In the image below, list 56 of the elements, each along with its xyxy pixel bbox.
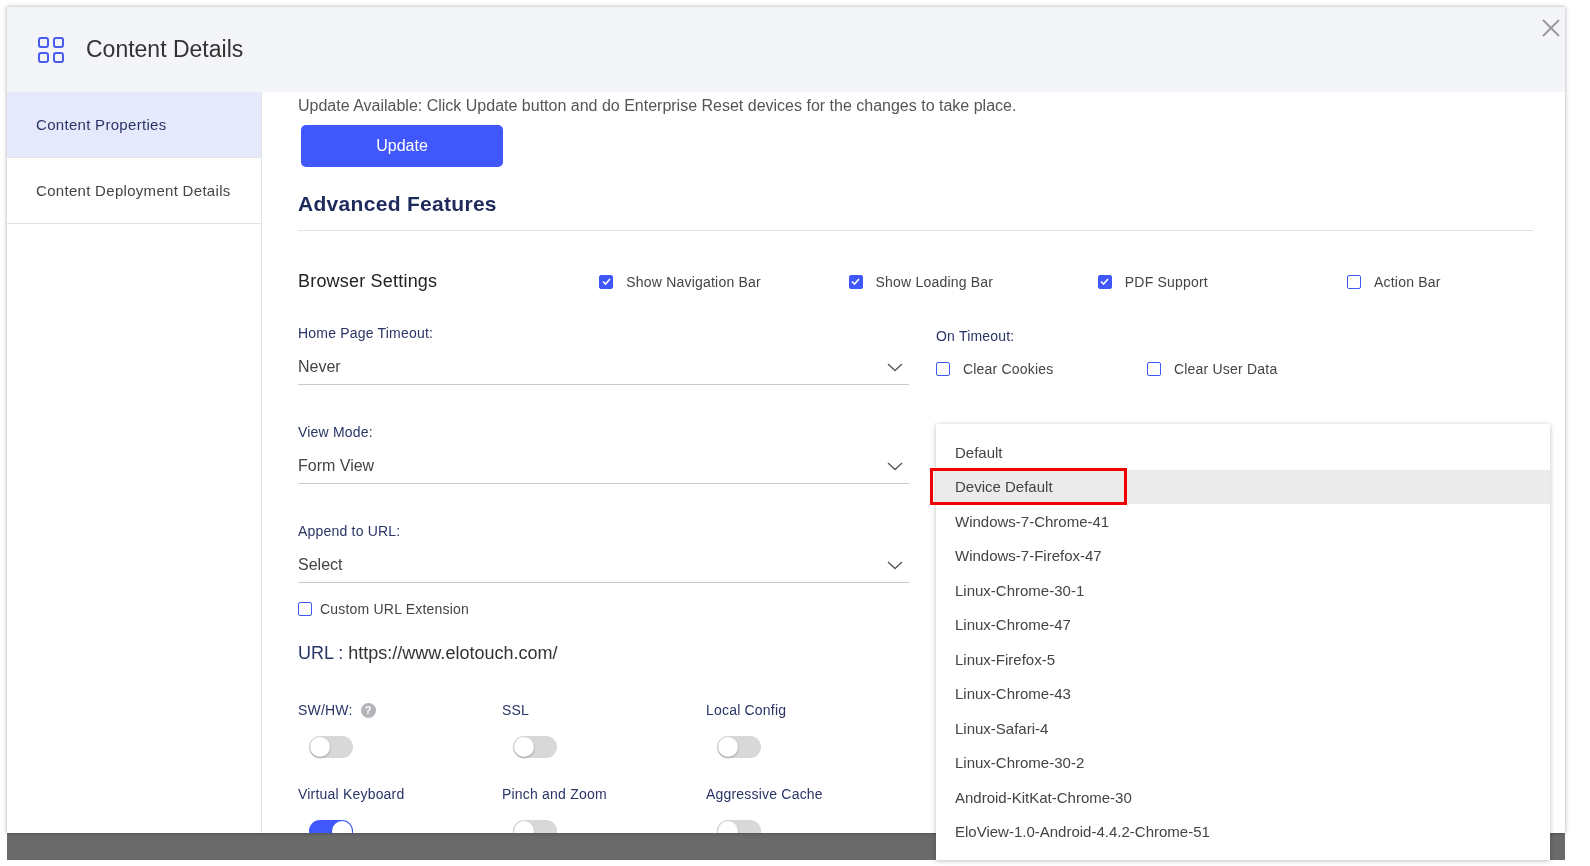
checkbox-label: Show Loading Bar bbox=[875, 273, 994, 290]
dropdown-option[interactable]: Default bbox=[936, 435, 1550, 470]
toggle-label: Local Config bbox=[706, 702, 787, 718]
toggle-switch[interactable] bbox=[717, 736, 761, 758]
checkbox[interactable] bbox=[599, 274, 614, 289]
dialog-title: Content Details bbox=[86, 36, 244, 63]
subsection-heading: Browser Settings bbox=[298, 271, 439, 292]
field-label: View Mode: bbox=[298, 424, 373, 440]
url-text: https://www.elotouch.com/ bbox=[348, 643, 558, 663]
dropdown-option[interactable]: Linux-Chrome-47 bbox=[936, 607, 1550, 642]
toggle-label: Virtual Keyboard bbox=[298, 786, 405, 802]
dropdown-option[interactable]: Linux-Chrome-30-2 bbox=[936, 745, 1550, 780]
toggle-switch[interactable] bbox=[513, 736, 557, 758]
toggle-label: Pinch and Zoom bbox=[502, 786, 607, 802]
dropdown-option[interactable]: EloView-1.0-Android-4.4.2-Chrome-51 bbox=[936, 814, 1550, 849]
checkbox-label: Clear User Data bbox=[1174, 361, 1278, 377]
dropdown-option[interactable]: Android-KitKat-Chrome-30 bbox=[936, 780, 1550, 815]
url-label: URL : bbox=[298, 643, 344, 663]
chevron-down-icon bbox=[887, 560, 903, 570]
checkbox-label: PDF Support bbox=[1124, 273, 1208, 290]
sidebar-item[interactable]: Content Deployment Details bbox=[7, 158, 261, 224]
grid-icon bbox=[38, 36, 64, 63]
dropdown-option[interactable]: Linux-Firefox-5 bbox=[936, 642, 1550, 677]
dropdown-option[interactable]: Linux-Safari-4 bbox=[936, 711, 1550, 746]
dropdown-option[interactable]: Windows-7-Chrome-41 bbox=[936, 504, 1550, 539]
checkbox[interactable] bbox=[936, 362, 950, 376]
checkbox[interactable] bbox=[298, 602, 312, 616]
close-icon[interactable] bbox=[1542, 19, 1560, 37]
sidebar-item[interactable]: Content Properties bbox=[7, 92, 261, 158]
select-field[interactable]: Form View bbox=[298, 441, 909, 484]
toggle-label: Aggressive Cache bbox=[706, 786, 823, 802]
update-button[interactable]: Update bbox=[301, 125, 503, 167]
field-label: Home Page Timeout: bbox=[298, 325, 434, 341]
dropdown-option[interactable]: Linux-Chrome-43 bbox=[936, 676, 1550, 711]
toggle-switch[interactable] bbox=[309, 736, 353, 758]
select-field[interactable]: Select bbox=[298, 540, 909, 583]
field-label: On Timeout: bbox=[936, 328, 1016, 344]
dropdown-option[interactable]: Windows-7-Firefox-47 bbox=[936, 538, 1550, 573]
checkbox-label: Action Bar bbox=[1374, 273, 1441, 290]
checkbox[interactable] bbox=[848, 274, 863, 289]
checkbox-label: Show Navigation Bar bbox=[626, 273, 761, 290]
toggle-label: SSL bbox=[502, 702, 530, 718]
checkbox-label: Clear Cookies bbox=[963, 361, 1054, 377]
checkbox[interactable] bbox=[1097, 274, 1112, 289]
checkbox-label: Custom URL Extension bbox=[320, 601, 469, 617]
checkbox[interactable] bbox=[1147, 362, 1161, 376]
dropdown-option[interactable]: Linux-Chrome-30-1 bbox=[936, 573, 1550, 608]
field-label: Append to URL: bbox=[298, 523, 401, 539]
select-field[interactable]: Never bbox=[298, 342, 909, 385]
checkbox[interactable] bbox=[1347, 274, 1361, 289]
section-heading: Advanced Features bbox=[298, 192, 498, 216]
toggle-label: SW/HW: bbox=[298, 702, 353, 718]
dropdown-option[interactable]: Device Default bbox=[936, 469, 1550, 504]
chevron-down-icon bbox=[887, 362, 903, 372]
notice-text: Update Available: Click Update button and do Enterprise Reset devices for the changes to take place. bbox=[298, 97, 1018, 115]
chevron-down-icon bbox=[887, 461, 903, 471]
